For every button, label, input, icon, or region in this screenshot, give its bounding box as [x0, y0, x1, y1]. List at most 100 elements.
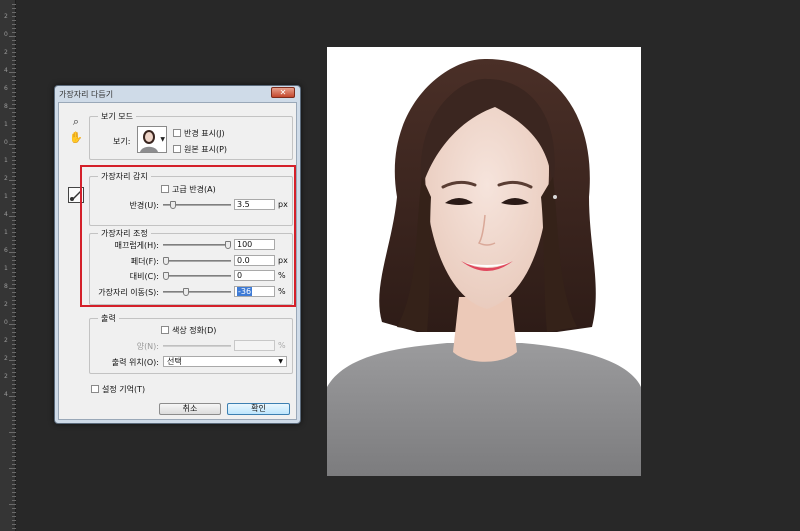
ruler-tick	[9, 432, 16, 433]
ruler-tick	[12, 508, 16, 509]
ruler-tick	[9, 360, 16, 361]
ruler-tick	[12, 52, 16, 53]
ruler-tick	[12, 372, 16, 373]
ok-button[interactable]: 확인	[227, 403, 290, 415]
ruler-tick	[12, 272, 16, 273]
ruler-tick	[9, 396, 16, 397]
ruler-tick	[9, 216, 16, 217]
ruler-tick	[12, 456, 16, 457]
ruler-tick	[12, 444, 16, 445]
magnifier-icon[interactable]: ⌕	[69, 115, 83, 129]
ruler-tick	[12, 420, 16, 421]
close-button[interactable]: ✕	[271, 87, 295, 98]
ruler-tick	[12, 196, 16, 197]
ruler-label: 2	[4, 13, 8, 20]
portrait-photo	[327, 47, 641, 476]
ruler-label: 1	[4, 157, 8, 164]
ruler-tick	[12, 356, 16, 357]
ruler-tick	[12, 192, 16, 193]
ruler-tick	[12, 160, 16, 161]
ruler-tick	[12, 256, 16, 257]
ruler-label: 2	[4, 175, 8, 182]
ruler-label: 0	[4, 31, 8, 38]
ruler-tick	[12, 512, 16, 513]
ruler-tick	[9, 180, 16, 181]
ruler-tick	[12, 172, 16, 173]
ruler-tick	[12, 44, 16, 45]
ruler-tick	[12, 100, 16, 101]
view-label: 보기:	[113, 137, 131, 146]
close-icon: ✕	[279, 88, 287, 97]
ruler-tick	[12, 500, 16, 501]
ruler-tick	[12, 348, 16, 349]
ruler-tick	[12, 328, 16, 329]
ruler-tick	[12, 148, 16, 149]
ruler-tick	[12, 8, 16, 9]
ruler-label: 8	[4, 103, 8, 110]
ruler-tick	[12, 20, 16, 21]
output-to-value: 선택	[167, 357, 182, 366]
amount-slider	[163, 345, 231, 347]
output-to-select[interactable]: 선택 ▼	[163, 356, 287, 367]
ruler-tick	[12, 528, 16, 529]
ruler-tick	[12, 412, 16, 413]
show-original-checkbox[interactable]	[173, 145, 181, 153]
ruler-tick	[12, 408, 16, 409]
ruler-tick	[12, 392, 16, 393]
ruler-tick	[12, 4, 16, 5]
ruler-tick	[12, 240, 16, 241]
view-mode-preview-dropdown[interactable]: ▼	[137, 126, 167, 153]
ruler-tick	[12, 496, 16, 497]
ruler-tick	[12, 280, 16, 281]
view-mode-legend: 보기 모드	[98, 111, 136, 122]
show-radius-label: 반경 표시(J)	[184, 129, 225, 138]
vertical-ruler[interactable]: 2024681012141618202224	[0, 0, 16, 531]
ruler-tick	[12, 448, 16, 449]
decontaminate-colors-label: 색상 정화(D)	[172, 326, 217, 335]
ruler-tick	[12, 304, 16, 305]
remember-settings-checkbox[interactable]	[91, 385, 99, 393]
document-canvas[interactable]	[327, 47, 641, 476]
ruler-label: 2	[4, 301, 8, 308]
ruler-tick	[9, 504, 16, 505]
ruler-tick	[12, 48, 16, 49]
ruler-tick	[12, 204, 16, 205]
ruler-tick	[9, 252, 16, 253]
show-radius-checkbox[interactable]	[173, 129, 181, 137]
ruler-tick	[12, 300, 16, 301]
ruler-tick	[12, 368, 16, 369]
output-to-label: 출력 위치(O):	[111, 358, 159, 367]
ruler-tick	[12, 516, 16, 517]
ruler-label: 1	[4, 121, 8, 128]
ruler-tick	[12, 460, 16, 461]
hand-icon[interactable]: ✋	[69, 131, 83, 145]
ruler-tick	[12, 232, 16, 233]
amount-input	[234, 340, 275, 351]
ruler-tick	[12, 188, 16, 189]
decontaminate-colors-checkbox[interactable]	[161, 326, 169, 334]
ruler-tick	[12, 480, 16, 481]
chevron-down-icon: ▼	[278, 358, 283, 365]
ruler-tick	[12, 96, 16, 97]
ruler-tick	[12, 284, 16, 285]
ruler-tick	[12, 68, 16, 69]
ruler-tick	[12, 140, 16, 141]
ruler-tick	[12, 104, 16, 105]
dialog-titlebar[interactable]: 가장자리 다듬기 ✕	[55, 86, 300, 101]
cancel-button[interactable]: 취소	[159, 403, 221, 415]
ruler-tick	[12, 12, 16, 13]
ruler-tick	[12, 364, 16, 365]
output-legend: 출력	[98, 313, 119, 324]
ruler-tick	[9, 468, 16, 469]
ruler-tick	[12, 168, 16, 169]
ruler-tick	[12, 248, 16, 249]
ruler-tick	[12, 452, 16, 453]
ruler-tick	[12, 76, 16, 77]
ruler-tick	[12, 436, 16, 437]
ruler-label: 4	[4, 391, 8, 398]
ruler-tick	[12, 320, 16, 321]
ruler-tick	[12, 236, 16, 237]
ruler-tick	[12, 84, 16, 85]
ruler-tick	[9, 288, 16, 289]
ruler-label: 1	[4, 265, 8, 272]
